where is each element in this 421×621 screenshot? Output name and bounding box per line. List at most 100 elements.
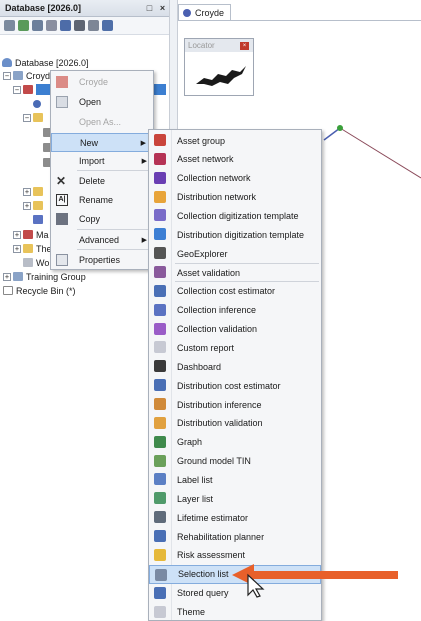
- submenu-item-asset-network[interactable]: Asset network: [149, 150, 321, 169]
- grid-icon[interactable]: [32, 20, 43, 31]
- submenu-item-distribution-network[interactable]: Distribution network: [149, 188, 321, 207]
- tree-item-group-wo[interactable]: Wo: [23, 256, 49, 269]
- submenu-item-asset-group[interactable]: Asset group: [149, 131, 321, 150]
- submenu-item-distribution-cost-estimator[interactable]: Distribution cost estimator: [149, 376, 321, 395]
- submenu-item-label: GeoExplorer: [177, 248, 228, 259]
- submenu-item-label: Distribution cost estimator: [177, 380, 281, 391]
- tree-item-croyde[interactable]: − Croyd: [3, 69, 50, 82]
- menu-item-delete[interactable]: ✕ Delete: [51, 171, 153, 190]
- custom-report-icon: [154, 341, 166, 354]
- submenu-item-label: Ground model TIN: [177, 456, 251, 467]
- tree-item-label: Croyd: [26, 70, 51, 81]
- submenu-item-collection-digitization-template[interactable]: Collection digitization template: [149, 206, 321, 225]
- refresh-icon[interactable]: [18, 20, 29, 31]
- properties-icon[interactable]: [46, 20, 57, 31]
- pane-close-icon[interactable]: ×: [156, 3, 169, 13]
- submenu-item-distribution-digitization-template[interactable]: Distribution digitization template: [149, 225, 321, 244]
- submenu-item-label-list[interactable]: Label list: [149, 470, 321, 489]
- annotation-arrow: [232, 564, 398, 598]
- folder-icon: [33, 201, 43, 210]
- submenu-item-custom-report[interactable]: Custom report: [149, 338, 321, 357]
- pipe-line: [339, 127, 421, 179]
- menu-item-properties[interactable]: Properties: [51, 250, 153, 269]
- rehabilitation-planner-icon: [154, 530, 166, 543]
- filter-icon[interactable]: [88, 20, 99, 31]
- network-icon: [23, 230, 33, 239]
- menu-item-new[interactable]: New ▶: [51, 133, 153, 152]
- tree-item-training-group[interactable]: + Training Group: [3, 270, 86, 283]
- view-icon[interactable]: [102, 20, 113, 31]
- submenu-item-rehabilitation-planner[interactable]: Rehabilitation planner: [149, 527, 321, 546]
- distribution-cost-icon: [154, 379, 166, 392]
- submenu-item-theme[interactable]: Theme: [149, 603, 321, 621]
- group-icon: [13, 272, 23, 281]
- submenu-item-ground-model-tin[interactable]: Ground model TIN: [149, 452, 321, 471]
- locator-overview-map[interactable]: [186, 54, 254, 94]
- expand-icon[interactable]: +: [23, 201, 31, 210]
- collapse-icon[interactable]: −: [13, 85, 21, 94]
- submenu-item-layer-list[interactable]: Layer list: [149, 489, 321, 508]
- expand-icon[interactable]: +: [3, 272, 11, 281]
- submenu-arrow-icon: ▶: [140, 139, 146, 147]
- submenu-item-label: Collection digitization template: [177, 210, 299, 221]
- tree-item-child[interactable]: +: [23, 199, 46, 212]
- menu-item-rename[interactable]: A| Rename: [51, 190, 153, 209]
- pane-maximize-icon[interactable]: □: [143, 3, 156, 13]
- submenu-item-distribution-validation[interactable]: Distribution validation: [149, 414, 321, 433]
- database-toolbar: [0, 17, 169, 35]
- submenu-item-label: Asset validation: [177, 267, 241, 278]
- tree-item-network[interactable]: −: [13, 83, 36, 96]
- submenu-item-collection-network[interactable]: Collection network: [149, 169, 321, 188]
- selection-list-icon: [155, 568, 167, 581]
- delete-icon: ✕: [56, 173, 67, 188]
- locator-close-icon[interactable]: ×: [240, 42, 249, 50]
- submenu-item-geoexplorer[interactable]: GeoExplorer: [149, 244, 321, 263]
- collapse-icon[interactable]: −: [3, 71, 11, 80]
- collection-cost-icon: [154, 284, 166, 297]
- submenu-item-graph[interactable]: Graph: [149, 433, 321, 452]
- expand-icon[interactable]: +: [13, 244, 21, 253]
- menu-item-advanced[interactable]: Advanced ▶: [51, 230, 153, 249]
- database-pane-titlebar: Database [2026.0] □ ×: [0, 0, 169, 17]
- sort-icon[interactable]: [60, 20, 71, 31]
- submenu-item-label: Risk assessment: [177, 550, 246, 561]
- submenu-arrow-icon: ▶: [141, 236, 147, 244]
- submenu-item-dashboard[interactable]: Dashboard: [149, 357, 321, 376]
- submenu-item-lifetime-estimator[interactable]: Lifetime estimator: [149, 508, 321, 527]
- submenu-item-label: Lifetime estimator: [177, 512, 249, 523]
- tree-item-child[interactable]: [33, 97, 44, 110]
- expand-icon[interactable]: +: [23, 187, 31, 196]
- submenu-item-label: Theme: [177, 607, 206, 617]
- collapse-icon[interactable]: −: [23, 113, 31, 122]
- expand-icon[interactable]: +: [13, 230, 21, 239]
- tree-item-child[interactable]: −: [23, 111, 46, 124]
- object-icon: [23, 258, 33, 267]
- tree-item-database[interactable]: Database [2026.0]: [2, 56, 89, 69]
- tree-item-child[interactable]: +: [23, 185, 46, 198]
- asset-group-icon: [154, 134, 166, 146]
- submenu-item-label: Custom report: [177, 342, 235, 353]
- tree-item-group-ma[interactable]: + Ma: [13, 228, 49, 241]
- submenu-item-distribution-inference[interactable]: Distribution inference: [149, 395, 321, 414]
- menu-item-import[interactable]: Import ▶: [51, 151, 153, 170]
- find-icon[interactable]: [74, 20, 85, 31]
- risk-assessment-icon: [154, 548, 166, 561]
- tree-item-recycle-bin[interactable]: Recycle Bin (*): [3, 284, 76, 297]
- tree-item-group-the[interactable]: + The: [13, 242, 52, 255]
- folder-icon: [33, 187, 43, 196]
- locator-window[interactable]: Locator ×: [184, 38, 254, 96]
- object-icon: [33, 99, 41, 108]
- submenu-item-label: Collection validation: [177, 324, 258, 335]
- rename-icon: A|: [56, 193, 68, 206]
- menu-item-copy[interactable]: Copy: [51, 209, 153, 228]
- up-icon[interactable]: [4, 20, 15, 31]
- context-menu: Croyde Open Open As... New ▶ Import ▶ ✕ …: [50, 70, 154, 270]
- submenu-item-label: Dashboard: [177, 361, 222, 372]
- tree-item-child[interactable]: [33, 213, 46, 226]
- submenu-item-collection-validation[interactable]: Collection validation: [149, 320, 321, 339]
- submenu-item-asset-validation[interactable]: Asset validation: [149, 263, 321, 282]
- submenu-item-collection-cost-estimator[interactable]: Collection cost estimator: [149, 282, 321, 301]
- menu-item-open[interactable]: Open: [51, 92, 153, 111]
- node-marker[interactable]: [337, 125, 343, 131]
- submenu-item-collection-inference[interactable]: Collection inference: [149, 301, 321, 320]
